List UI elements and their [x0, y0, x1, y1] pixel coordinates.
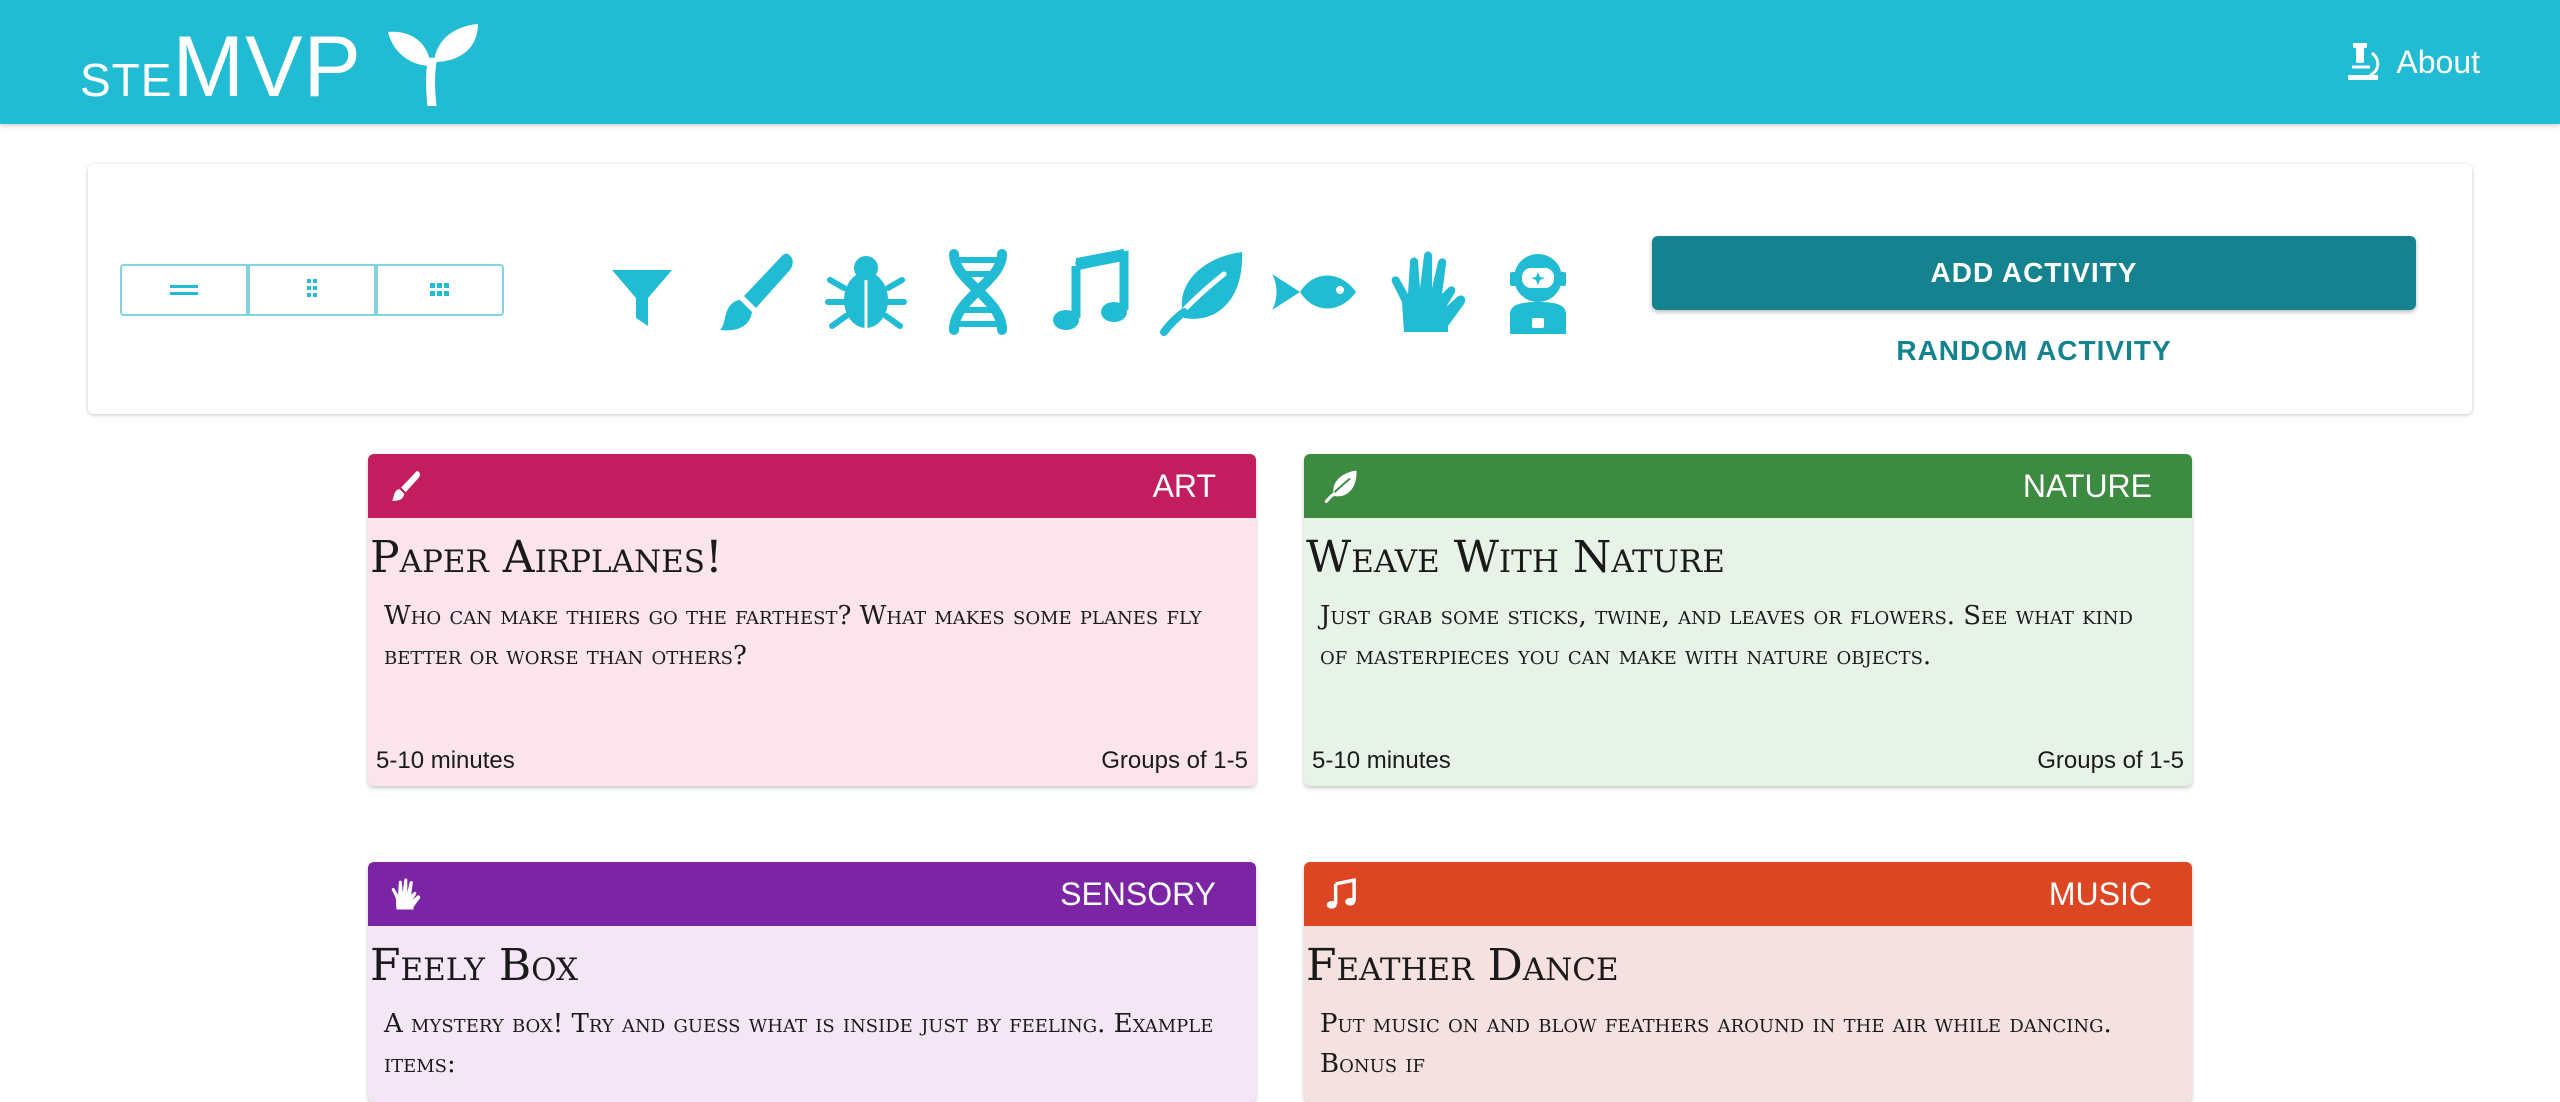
activity-card[interactable]: NATURE Weave With Nature Just grab some …	[1304, 454, 2192, 786]
bugs-filter-button[interactable]	[820, 246, 912, 338]
sensory-filter-button[interactable]	[1380, 246, 1472, 338]
filter-icon	[612, 270, 672, 326]
card-category-label: ART	[1152, 467, 1216, 504]
two-column-view-icon	[307, 279, 317, 297]
grid-view-icon	[430, 283, 449, 296]
app-bar: ste MVP About	[0, 0, 2560, 124]
about-label: About	[2396, 43, 2480, 80]
grid-view-button[interactable]	[376, 264, 504, 316]
card-category-bar: MUSIC	[1304, 862, 2192, 926]
card-title: Paper Airplanes!	[370, 532, 723, 583]
hands-icon	[1391, 251, 1466, 332]
music-note-icon	[1326, 877, 1356, 909]
leaf-icon	[1160, 252, 1243, 336]
science-filter-button[interactable]	[932, 246, 1024, 338]
card-category-bar: ART	[368, 454, 1256, 518]
card-duration: 5-10 minutes	[376, 747, 515, 774]
animals-filter-button[interactable]	[1268, 246, 1360, 338]
logo[interactable]: ste MVP	[80, 12, 480, 112]
add-activity-button[interactable]: ADD ACTIVITY	[1652, 236, 2416, 310]
dna-icon	[949, 249, 1007, 335]
logo-text-big: MVP	[172, 19, 362, 115]
card-category-bar: NATURE	[1304, 454, 2192, 518]
view-toggle-group	[120, 264, 504, 316]
card-title: Feely Box	[370, 940, 579, 991]
card-group-size: Groups of 1-5	[2037, 747, 2184, 774]
card-category-label: MUSIC	[2048, 875, 2152, 912]
activity-card[interactable]: SENSORY Feely Box A mystery box! Try and…	[368, 862, 1256, 1102]
card-description: Put music on and blow feathers around in…	[1320, 1009, 2112, 1079]
astronaut-icon	[1510, 254, 1566, 334]
microscope-icon	[2348, 43, 2380, 80]
card-description: A mystery box! Try and guess what is ins…	[384, 1009, 1214, 1079]
filter-button[interactable]	[596, 246, 688, 338]
hands-icon	[391, 878, 421, 910]
card-meta: 5-10 minutes Groups of 1-5	[368, 736, 1256, 786]
fish-icon	[1272, 274, 1356, 310]
card-description: Who can make thiers go the farthest? Wha…	[384, 601, 1202, 671]
paint-brush-icon	[720, 253, 793, 331]
card-title: Weave With Nature	[1306, 532, 1725, 583]
bug-icon	[825, 256, 907, 329]
paint-brush-icon	[391, 471, 420, 501]
list-view-button[interactable]	[120, 264, 248, 316]
card-category-label: SENSORY	[1060, 875, 1216, 912]
toolbar-card: ADD ACTIVITY RANDOM ACTIVITY	[88, 164, 2472, 414]
category-filter-bar	[596, 246, 1604, 338]
card-category-label: NATURE	[2022, 467, 2152, 504]
card-title: Feather Dance	[1306, 940, 1619, 991]
sprout-icon	[387, 24, 478, 106]
card-group-size: Groups of 1-5	[1101, 747, 1248, 774]
two-column-view-button[interactable]	[248, 264, 376, 316]
space-filter-button[interactable]	[1492, 246, 1584, 338]
activity-card[interactable]: ART Paper Airplanes! Who can make thiers…	[368, 454, 1256, 786]
nature-filter-button[interactable]	[1156, 246, 1248, 338]
card-description: Just grab some sticks, twine, and leaves…	[1320, 601, 2133, 671]
music-note-icon	[1053, 248, 1129, 330]
random-activity-button[interactable]: RANDOM ACTIVITY	[1652, 324, 2416, 378]
card-category-bar: SENSORY	[368, 862, 1256, 926]
card-duration: 5-10 minutes	[1312, 747, 1451, 774]
list-view-icon	[170, 285, 198, 295]
about-link[interactable]: About	[2346, 36, 2480, 88]
activity-card[interactable]: MUSIC Feather Dance Put music on and blo…	[1304, 862, 2192, 1102]
card-meta: 5-10 minutes Groups of 1-5	[1304, 736, 2192, 786]
logo-text-small: ste	[80, 36, 173, 110]
art-filter-button[interactable]	[708, 246, 800, 338]
music-filter-button[interactable]	[1044, 246, 1136, 338]
leaf-icon	[1324, 470, 1357, 503]
